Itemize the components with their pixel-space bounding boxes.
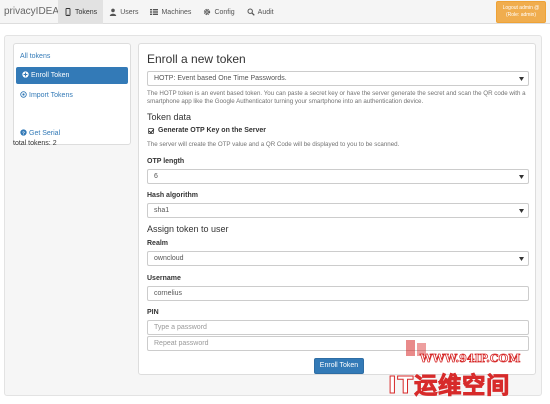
sidebar-item-label: Enroll Token xyxy=(31,72,70,79)
content-well: All tokens Enroll Token Import Tokens ? G… xyxy=(4,35,542,396)
nav-audit[interactable]: Audit xyxy=(241,0,280,24)
sidebar-item-enroll-token[interactable]: Enroll Token xyxy=(16,67,128,84)
otplen-select[interactable]: 6 xyxy=(147,169,529,184)
hash-value: sha1 xyxy=(154,207,170,214)
username-value: cornelius xyxy=(154,290,183,297)
token-type-select[interactable]: HOTP: Event based One Time Passwords. xyxy=(147,71,529,86)
sidebar-item-label: Get Serial xyxy=(29,130,61,137)
enroll-panel: Enroll a new token HOTP: Event based One… xyxy=(138,43,536,375)
pin-repeat-input[interactable]: Repeat password xyxy=(147,336,529,351)
phone-icon xyxy=(65,8,71,16)
pin-input[interactable]: Type a password xyxy=(147,320,529,335)
hash-select[interactable]: sha1 xyxy=(147,203,529,218)
otplen-label: OTP length xyxy=(147,158,185,165)
username-input[interactable]: cornelius xyxy=(147,286,529,301)
nav-config-label: Config xyxy=(214,8,235,16)
sidebar-panel: All tokens Enroll Token Import Tokens ? G… xyxy=(13,43,131,145)
sidebar-item-label: All tokens xyxy=(20,53,51,60)
chevron-down-icon xyxy=(519,257,524,261)
nav-users[interactable]: Users xyxy=(103,0,144,24)
sidebar-item-import-tokens[interactable]: Import Tokens xyxy=(14,87,130,104)
username-label: Username xyxy=(147,275,181,282)
nav-tokens-label: Tokens xyxy=(75,8,98,16)
realm-select[interactable]: owncloud xyxy=(147,251,529,266)
enroll-token-button[interactable]: Enroll Token xyxy=(314,358,364,374)
chevron-down-icon xyxy=(519,209,524,213)
search-icon xyxy=(247,8,255,16)
logout-button[interactable]: Logout admin @ (Role: admin) xyxy=(496,1,546,23)
token-type-value: HOTP: Event based One Time Passwords. xyxy=(154,75,287,82)
logout-label: Logout admin @ xyxy=(502,5,540,11)
list-icon xyxy=(150,9,159,15)
watermark-text: IT运维空间 xyxy=(387,373,511,400)
brand-logo[interactable]: privacyIDEA xyxy=(4,6,59,17)
token-data-heading: Token data xyxy=(147,112,192,122)
question-circle-icon: ? xyxy=(20,129,27,136)
pin-placeholder: Type a password xyxy=(154,324,207,331)
plus-circle-icon xyxy=(22,71,29,78)
logout-role: (Role: admin) xyxy=(505,12,536,18)
chevron-down-icon xyxy=(519,77,524,81)
pin-label: PIN xyxy=(147,309,159,316)
svg-text:?: ? xyxy=(22,130,25,136)
total-tokens-count: total tokens: 2 xyxy=(13,140,57,147)
pin-repeat-placeholder: Repeat password xyxy=(154,340,209,347)
hash-label: Hash algorithm xyxy=(147,192,198,199)
page-title: Enroll a new token xyxy=(147,52,246,66)
watermark-site: WWW.94IP.COM xyxy=(420,352,521,366)
token-description: The HOTP token is an event based token. … xyxy=(147,90,526,105)
gear-icon xyxy=(204,8,211,16)
main-nav: Tokens Users Machines Config Audit xyxy=(58,0,280,24)
genkey-label: Generate OTP Key on the Server xyxy=(158,127,267,134)
assign-user-heading: Assign token to user xyxy=(147,224,229,234)
top-navbar: privacyIDEA Tokens Users Machines Config… xyxy=(0,0,550,24)
sidebar-item-all-tokens[interactable]: All tokens xyxy=(14,48,130,65)
genkey-checkbox[interactable] xyxy=(148,128,154,134)
nav-audit-label: Audit xyxy=(257,8,274,16)
nav-machines[interactable]: Machines xyxy=(144,0,197,24)
realm-label: Realm xyxy=(147,240,169,247)
genkey-help: The server will create the OTP value and… xyxy=(147,141,400,148)
import-circle-icon xyxy=(20,91,27,98)
nav-machines-label: Machines xyxy=(161,8,192,16)
nav-tokens[interactable]: Tokens xyxy=(58,0,104,24)
sidebar-item-label: Import Tokens xyxy=(29,92,73,99)
nav-config[interactable]: Config xyxy=(197,0,240,24)
otplen-value: 6 xyxy=(154,173,158,180)
user-icon xyxy=(109,8,117,16)
chevron-down-icon xyxy=(519,175,524,179)
nav-users-label: Users xyxy=(120,8,139,16)
realm-value: owncloud xyxy=(154,255,184,262)
